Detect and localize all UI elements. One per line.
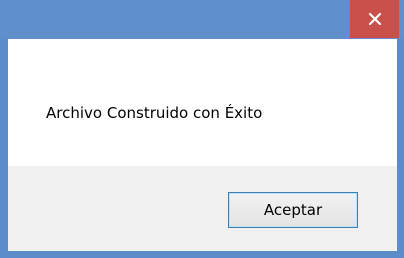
dialog-body: Archivo Construido con Éxito Aceptar xyxy=(8,39,397,251)
close-icon xyxy=(368,12,381,26)
message-text: Archivo Construido con Éxito xyxy=(46,104,263,122)
ok-button[interactable]: Aceptar xyxy=(228,192,358,228)
dialog-window: Archivo Construido con Éxito Aceptar xyxy=(0,0,404,258)
close-button[interactable] xyxy=(350,0,399,38)
message-area: Archivo Construido con Éxito xyxy=(8,39,397,166)
title-bar[interactable] xyxy=(0,0,404,39)
